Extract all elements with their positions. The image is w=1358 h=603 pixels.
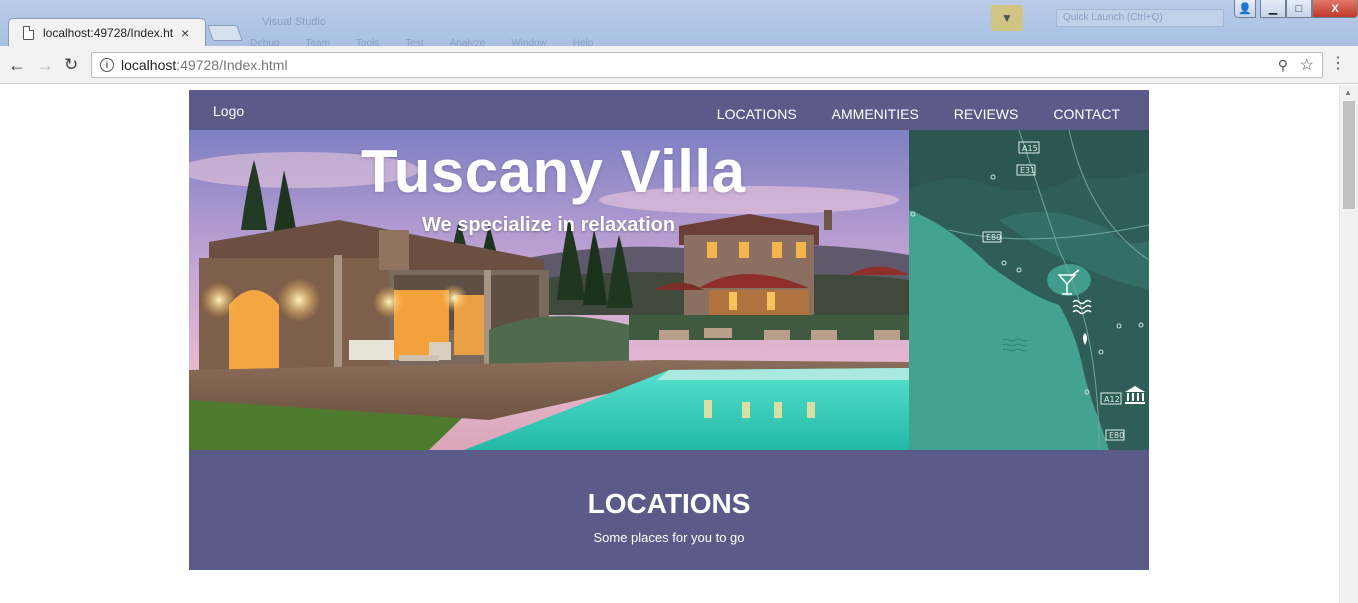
page-icon — [23, 26, 34, 40]
forward-arrow-icon[interactable]: → — [36, 55, 54, 75]
site-container: Logo LOCATIONS AMMENITIES REVIEWS CONTAC… — [189, 90, 1149, 570]
site-nav-links: LOCATIONS AMMENITIES REVIEWS CONTACT — [717, 106, 1120, 122]
page-scrollbar[interactable]: ▲ — [1339, 85, 1358, 603]
tab-title: localhost:49728/Index.ht — [43, 26, 174, 40]
map-label-e80-south: E80 — [1109, 431, 1124, 440]
scroll-thumb[interactable] — [1343, 101, 1355, 209]
back-arrow-icon[interactable]: ← — [8, 55, 26, 75]
url-path: :49728/Index.html — [176, 57, 288, 73]
background-window-title: Visual Studio — [262, 16, 327, 28]
minimize-button[interactable]: ▁ — [1260, 0, 1286, 18]
nav-link-locations[interactable]: LOCATIONS — [717, 106, 797, 122]
bookmark-star-icon[interactable]: ☆ — [1300, 55, 1314, 75]
locations-section: LOCATIONS Some places for you to go — [189, 450, 1149, 570]
nav-link-contact[interactable]: CONTACT — [1053, 106, 1120, 122]
reload-icon[interactable]: ↻ — [64, 55, 78, 75]
tuscany-map: A15 E31 E80 A12 E80 — [909, 130, 1149, 450]
nav-link-reviews[interactable]: REVIEWS — [954, 106, 1019, 122]
close-window-button[interactable]: X — [1312, 0, 1358, 18]
browser-titlebar: Visual Studio Debug Team Tools Test Anal… — [0, 0, 1358, 49]
browser-toolbar: ← → ↻ i localhost:49728/Index.html ⚲ ☆ ⋮ — [0, 46, 1358, 84]
background-quick-launch: Quick Launch (Ctrl+Q) — [1056, 9, 1224, 27]
map-label-e80: E80 — [986, 233, 1001, 242]
hero-subtitle: We specialize in relaxation — [422, 214, 676, 236]
info-icon[interactable]: i — [100, 58, 114, 72]
user-icon[interactable]: 👤 — [1234, 0, 1256, 18]
new-tab-button[interactable] — [207, 25, 243, 41]
zoom-icon[interactable]: ⚲ — [1278, 57, 1288, 74]
site-navbar: Logo LOCATIONS AMMENITIES REVIEWS CONTAC… — [189, 90, 1149, 130]
site-logo[interactable]: Logo — [213, 103, 244, 119]
map-label-a15: A15 — [1022, 144, 1038, 153]
tab-close-icon[interactable]: × — [181, 25, 189, 41]
browser-menu-icon[interactable]: ⋮ — [1330, 55, 1346, 73]
locations-subheading: Some places for you to go — [593, 530, 745, 545]
hero-banner: A15 E31 E80 A12 E80 Tuscany Villa We spe… — [189, 130, 1149, 450]
window-controls: 👤 ▁ □ X — [1234, 0, 1358, 18]
hero-title: Tuscany Villa — [361, 138, 746, 205]
map-label-a12: A12 — [1104, 395, 1120, 404]
nav-link-ammenities[interactable]: AMMENITIES — [832, 106, 919, 122]
browser-tab[interactable]: localhost:49728/Index.ht × — [8, 18, 206, 47]
locations-heading: LOCATIONS — [587, 488, 751, 519]
map-label-e31: E31 — [1020, 166, 1035, 175]
url-host: localhost — [121, 57, 177, 73]
address-bar[interactable]: i localhost:49728/Index.html ⚲ ☆ — [91, 52, 1323, 78]
scroll-up-arrow-icon[interactable]: ▲ — [1344, 88, 1352, 97]
maximize-button[interactable]: □ — [1286, 0, 1312, 18]
filter-icon: ▼ — [991, 5, 1023, 31]
